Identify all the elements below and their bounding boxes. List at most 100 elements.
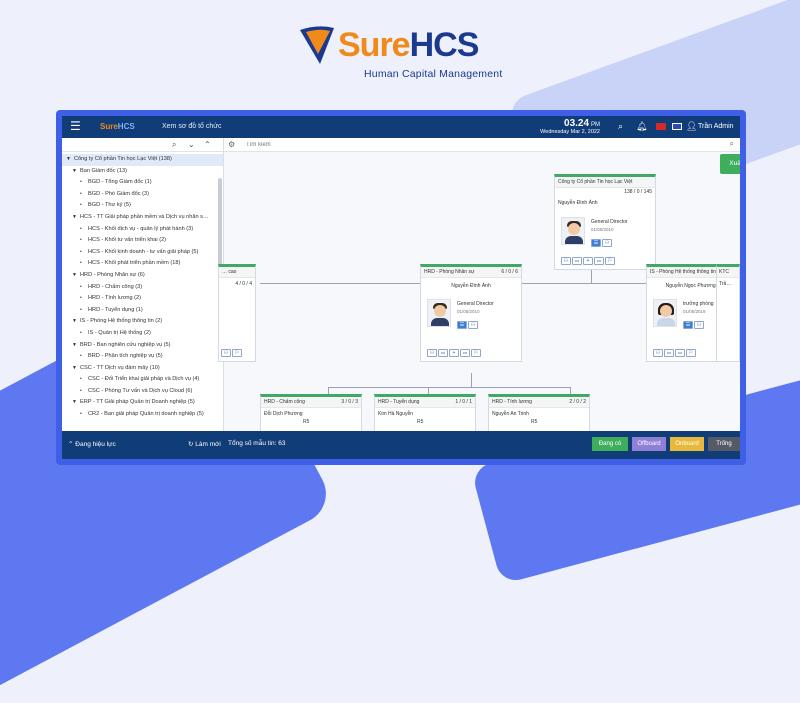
tree-item[interactable]: ▼ CSC - TT Dịch vụ đám mây (10) xyxy=(62,363,223,375)
tree-item[interactable]: • HRD - Tính lương (2) xyxy=(62,293,223,305)
profile-icon[interactable]: ☰ xyxy=(683,321,693,329)
card-title: KTC xyxy=(719,269,729,275)
tree-item[interactable]: • HCS - Khối tư vấn triển khai (2) xyxy=(62,235,223,247)
search-icon[interactable]: ⌕ xyxy=(618,121,623,132)
avatar xyxy=(653,299,677,327)
add-icon[interactable]: + xyxy=(449,349,459,357)
tree-item[interactable]: ▼ Công ty Cổ phần Tin học Lạc Việt (138) xyxy=(62,154,223,166)
tree-item[interactable]: • BRD - Phân tích nghiệp vụ (5) xyxy=(62,351,223,363)
bullet-icon: • xyxy=(80,295,82,302)
export-button[interactable]: Xuất DL xyxy=(720,154,740,174)
org-card-hrd-tuyen-dung[interactable]: HRD - Tuyển dụng 1 / 0 / 1 Kim Hà Nguyễn … xyxy=(374,394,476,434)
people-icon[interactable]: ⚇ xyxy=(468,321,478,329)
tree-item[interactable]: • IS - Quản trị Hệ thống (2) xyxy=(62,328,223,340)
org-card-hrd-cham-cong[interactable]: HRD - Chấm công 3 / 0 / 3 Đỗi Dịch Phương… xyxy=(260,394,362,434)
org-card-ktc[interactable]: KTC Trầ… xyxy=(716,264,740,362)
add-icon[interactable]: + xyxy=(583,257,593,265)
org-card-left[interactable]: … cao 4 / 0 / 4 ⚇ ⚐ xyxy=(218,264,256,362)
org-icon[interactable]: ⚏ xyxy=(572,257,582,265)
tree-item[interactable]: • BGD - Phó Giám đốc (3) xyxy=(62,189,223,201)
card-title: HRD - Phòng Nhân sự xyxy=(424,269,475,275)
org-card-root[interactable]: Công ty Cổ phần Tin học Lạc Việt 138 / 0… xyxy=(554,174,656,270)
link-icon[interactable]: ⚐ xyxy=(686,349,696,357)
user-name[interactable]: Trần Admin xyxy=(698,123,734,130)
tree-item[interactable]: • CR2 - Ban giải pháp Quản trị doanh nghi… xyxy=(62,409,223,421)
bullet-icon: • xyxy=(80,225,82,232)
flag-vn-icon[interactable] xyxy=(656,123,666,130)
tree-item[interactable]: • HRD - Tuyển dụng (1) xyxy=(62,305,223,317)
search-icon[interactable]: ⌕ xyxy=(172,140,176,150)
flag-uk-icon[interactable] xyxy=(672,123,682,130)
profile-icon[interactable]: ☰ xyxy=(457,321,467,329)
tree-item[interactable]: ▼ IS - Phòng Hệ thống thông tin (2) xyxy=(62,316,223,328)
tree-item[interactable]: ▼ Ban Giám đốc (13) xyxy=(62,166,223,178)
tree-item-label: Công ty Cổ phần Tin học Lạc Việt (138) xyxy=(74,156,172,162)
org-icon[interactable]: ⚏ xyxy=(664,349,674,357)
chevron-down-icon[interactable]: ▼ xyxy=(72,212,80,224)
tree-item[interactable]: • HCS - Khối dịch vụ - quản lý phát hành … xyxy=(62,224,223,236)
brand-logo: SureHCS Human Capital Management xyxy=(298,22,518,82)
card-title: IS - Phòng Hệ thống thông tin xyxy=(650,269,716,275)
manager-date: 01/05/2010 xyxy=(591,227,614,232)
link-icon[interactable]: ⚐ xyxy=(232,349,242,357)
card-title: HRD - Chấm công xyxy=(264,399,305,405)
org-card-hrd[interactable]: HRD - Phòng Nhân sự 6 / 0 / 6 Nguyễn Đình… xyxy=(420,264,522,362)
expand-all-icon[interactable]: ⌄ xyxy=(188,140,195,149)
active-filter-button[interactable]: Đang có xyxy=(592,437,628,451)
tree-item[interactable]: ▼ HRD - Phòng Nhân sự (6) xyxy=(62,270,223,282)
chevron-down-icon[interactable]: ▼ xyxy=(72,340,80,352)
tree-item-label: HRD - Chấm công (3) xyxy=(88,283,143,290)
chevron-down-icon[interactable]: ▼ xyxy=(72,316,80,328)
tree-item[interactable]: ▼ ERP - TT Giải pháp Quản trị Doanh nghiệ… xyxy=(62,397,223,409)
tree-item-label: BGD - Tổng Giám đốc (1) xyxy=(88,179,152,186)
tree-item-label: IS - Phòng Hệ thống thông tin (2) xyxy=(80,318,163,325)
filter-icon[interactable]: ⚙ xyxy=(228,140,235,149)
people-icon[interactable]: ⚇ xyxy=(602,239,612,247)
clock: 03.24 PM Wednesday Mar 2, 2022 xyxy=(540,118,600,135)
people-icon[interactable]: ⚇ xyxy=(221,349,231,357)
notification-icon[interactable]: 🔔︎ xyxy=(636,121,647,132)
tree-item[interactable]: • CSC - Đối Triển khai giải pháp và Dịch … xyxy=(62,374,223,386)
tree-icon[interactable]: ⚏ xyxy=(675,349,685,357)
tree-item[interactable]: • HCS - Khối kinh doanh - tư vấn giải phá… xyxy=(62,247,223,259)
reload-button[interactable]: ↻ Làm mới xyxy=(188,440,221,448)
people-icon[interactable]: ⚇ xyxy=(427,349,437,357)
tree-item[interactable]: ▼ BRD - Ban nghiên cứu nghiệp vụ (5) xyxy=(62,340,223,352)
tree-icon[interactable]: ⚏ xyxy=(594,257,604,265)
people-icon[interactable]: ⚇ xyxy=(653,349,663,357)
tree-item[interactable]: • BGD - Thư ký (5) xyxy=(62,200,223,212)
link-icon[interactable]: ⚐ xyxy=(471,349,481,357)
status-filter[interactable]: ⌃ Đang hiệu lực xyxy=(68,440,116,448)
chevron-down-icon[interactable]: ▼ xyxy=(72,166,80,178)
tree-item[interactable]: • HRD - Chấm công (3) xyxy=(62,282,223,294)
bullet-icon: • xyxy=(80,329,82,336)
onboard-filter-button[interactable]: Onboard xyxy=(670,437,704,451)
people-icon[interactable]: ⚇ xyxy=(561,257,571,265)
chevron-down-icon[interactable]: ▼ xyxy=(72,363,80,375)
search-input[interactable] xyxy=(246,139,716,150)
chevron-down-icon[interactable]: ▼ xyxy=(66,154,74,166)
link-icon[interactable]: ⚐ xyxy=(605,257,615,265)
tree-item[interactable]: • CSC - Phòng Tư vấn và Dịch vụ Cloud (6) xyxy=(62,386,223,398)
manager-role: General Director xyxy=(457,301,494,307)
hamburger-menu-icon[interactable]: ☰ xyxy=(70,120,81,132)
profile-icon[interactable]: ☰ xyxy=(591,239,601,247)
tree-item-label: CSC - Phòng Tư vấn và Dịch vụ Cloud (6) xyxy=(88,387,193,394)
offboard-filter-button[interactable]: Offboard xyxy=(632,437,666,451)
tree-item[interactable]: • HCS - Khối phát triển phần mềm (18) xyxy=(62,258,223,270)
search-icon[interactable]: ⌕ xyxy=(730,139,734,149)
chevron-down-icon[interactable]: ▼ xyxy=(72,270,80,282)
collapse-all-icon[interactable]: ⌃ xyxy=(204,140,211,149)
chevron-down-icon[interactable]: ▼ xyxy=(72,397,80,409)
tree-item-label: HCS - Khối phát triển phần mềm (18) xyxy=(88,260,181,267)
people-icon[interactable]: ⚇ xyxy=(694,321,704,329)
card-title: … cao xyxy=(222,269,237,275)
org-icon[interactable]: ⚏ xyxy=(438,349,448,357)
empty-filter-button[interactable]: Trống xyxy=(708,437,740,451)
tree-icon[interactable]: ⚏ xyxy=(460,349,470,357)
org-card-hrd-tinh-luong[interactable]: HRD - Tính lương 2 / 0 / 2 Nguyễn An Trin… xyxy=(488,394,590,434)
app-logo[interactable]: SureHCS xyxy=(100,122,135,131)
user-icon[interactable]: 👤︎ xyxy=(686,121,697,132)
tree-item[interactable]: • BGD - Tổng Giám đốc (1) xyxy=(62,177,223,189)
tree-item[interactable]: ▼ HCS - TT Giải pháp phần mềm và Dịch vụ … xyxy=(62,212,223,224)
